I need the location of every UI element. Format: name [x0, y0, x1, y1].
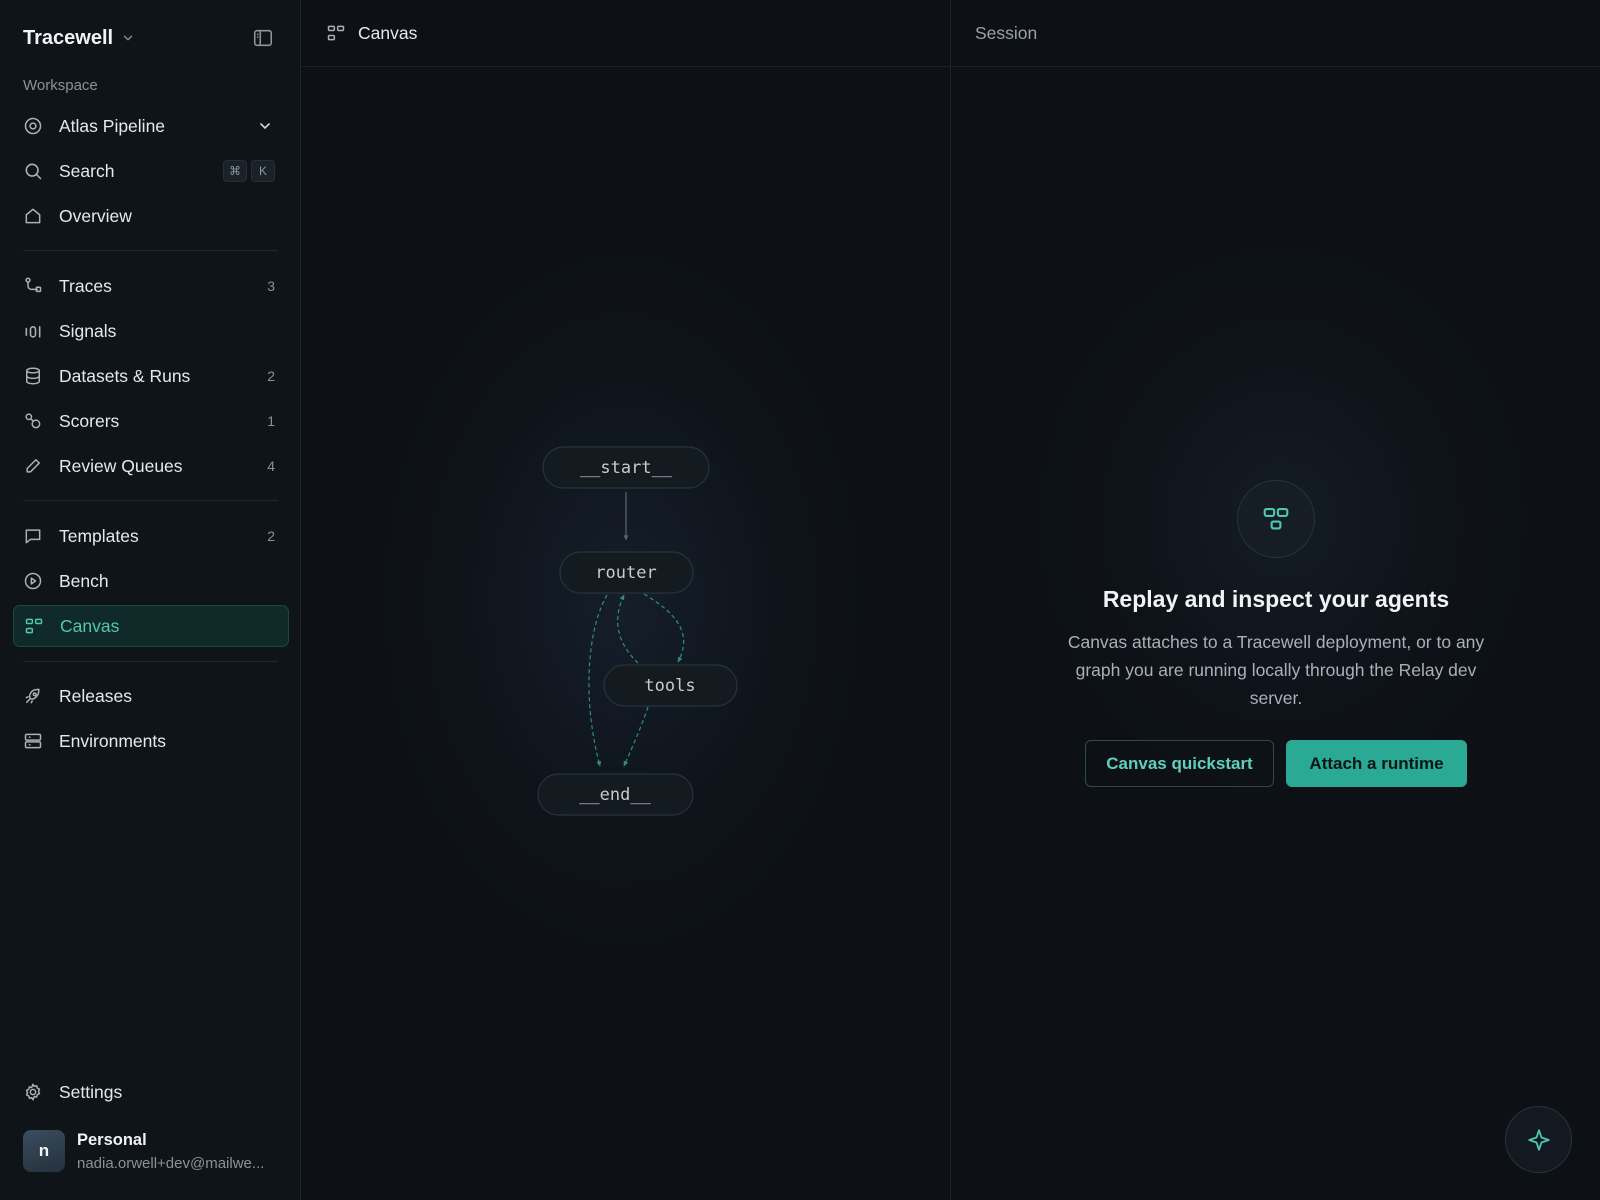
account-email: nadia.orwell+dev@mailwe...	[77, 1154, 265, 1172]
gear-icon	[23, 1082, 43, 1102]
shortcut-key: K	[251, 160, 275, 182]
session-title: Session	[975, 22, 1038, 43]
session-pane: Session Replay and inspect your agents C…	[952, 0, 1600, 1200]
account-name: Personal	[77, 1130, 147, 1149]
chevron-down-icon	[121, 31, 135, 45]
account-details: Personal nadia.orwell+dev@mailwe...	[77, 1131, 264, 1172]
account-menu[interactable]: n Personal nadia.orwell+dev@mailwe...	[23, 1129, 283, 1173]
node-label: router	[595, 563, 656, 583]
sidebar-item-environments[interactable]: Environments	[13, 720, 289, 762]
sidebar-item-label: Bench	[59, 570, 109, 591]
avatar: n	[23, 1130, 65, 1172]
home-icon	[23, 206, 43, 226]
edge-tools-end	[623, 706, 649, 767]
assistant-button[interactable]	[1505, 1106, 1572, 1173]
sidebar-item-count: 4	[267, 458, 275, 474]
server-icon	[23, 731, 43, 751]
sidebar-item-settings[interactable]: Settings	[13, 1071, 289, 1113]
graph-node-tools[interactable]: tools	[603, 664, 738, 707]
edge-router-tools	[643, 593, 685, 663]
sidebar: Tracewell Workspace Atlas Pipeline Searc…	[0, 0, 301, 1200]
pencil-icon	[23, 456, 43, 476]
empty-state-title: Replay and inspect your agents	[1102, 586, 1450, 612]
sidebar-item-signals[interactable]: Signals	[13, 310, 289, 352]
sidebar-item-overview[interactable]: Overview	[13, 195, 289, 237]
sidebar-divider	[23, 500, 278, 501]
chat-icon	[23, 526, 43, 546]
sidebar-item-label: Templates	[59, 525, 139, 546]
graph-node-router[interactable]: router	[559, 551, 694, 594]
attach-runtime-button[interactable]: Attach a runtime	[1286, 740, 1467, 787]
canvas-icon	[24, 616, 44, 636]
database-icon	[23, 366, 43, 386]
sparkle-icon	[1526, 1127, 1552, 1153]
sidebar-divider	[23, 661, 278, 662]
empty-state-description: Canvas attaches to a Tracewell deploymen…	[1067, 632, 1485, 708]
canvas-pane: Canvas __start__ router tools __end__	[302, 0, 951, 1200]
project-selector[interactable]: Atlas Pipeline	[13, 105, 289, 147]
sidebar-item-templates[interactable]: Templates 2	[13, 515, 289, 557]
sidebar-item-traces[interactable]: Traces 3	[13, 265, 289, 307]
graph-node-start[interactable]: __start__	[542, 446, 710, 489]
agent-graph: __start__ router tools __end__	[537, 446, 738, 816]
sidebar-item-count: 3	[267, 278, 275, 294]
sidebar-item-count: 2	[267, 528, 275, 544]
sidebar-item-scorers[interactable]: Scorers 1	[13, 400, 289, 442]
project-label: Atlas Pipeline	[59, 115, 166, 136]
sidebar-item-releases[interactable]: Releases	[13, 675, 289, 717]
sidebar-item-label: Review Queues	[59, 455, 183, 476]
session-header: Session	[952, 0, 1600, 67]
sidebar-item-datasets-runs[interactable]: Datasets & Runs 2	[13, 355, 289, 397]
graph-node-end[interactable]: __end__	[537, 773, 694, 816]
play-circle-icon	[23, 571, 43, 591]
sidebar-divider	[23, 250, 278, 251]
sidebar-item-bench[interactable]: Bench	[13, 560, 289, 602]
target-icon	[23, 116, 43, 136]
node-label: __start__	[580, 458, 673, 478]
route-icon	[23, 276, 43, 296]
sidebar-item-canvas[interactable]: Canvas	[13, 605, 289, 647]
shortcut-key: ⌘	[223, 160, 247, 182]
workspace-switcher[interactable]: Tracewell	[23, 25, 135, 51]
sidebar-item-count: 2	[267, 368, 275, 384]
node-label: tools	[644, 676, 695, 696]
sidebar-item-label: Canvas	[60, 615, 120, 636]
node-label: __end__	[579, 785, 651, 805]
sidebar-item-review-queues[interactable]: Review Queues 4	[13, 445, 289, 487]
sidebar-item-label: Traces	[59, 275, 112, 296]
sidebar-toggle-icon[interactable]	[252, 27, 274, 49]
canvas-quickstart-button[interactable]: Canvas quickstart	[1085, 740, 1274, 787]
chevron-down-icon	[255, 116, 275, 136]
sidebar-item-label: Search	[59, 160, 115, 181]
sidebar-item-search[interactable]: Search ⌘ K	[13, 150, 289, 192]
sidebar-item-label: Overview	[59, 205, 132, 226]
search-shortcut: ⌘ K	[223, 160, 275, 182]
sidebar-item-count: 1	[267, 413, 275, 429]
section-label-workspace: Workspace	[23, 77, 98, 94]
sidebar-item-label: Settings	[59, 1081, 123, 1102]
sidebar-item-label: Releases	[59, 685, 132, 706]
edge-tools-router	[617, 594, 639, 664]
sidebar-item-label: Signals	[59, 320, 117, 341]
sidebar-item-label: Environments	[59, 730, 166, 751]
sidebar-item-label: Datasets & Runs	[59, 365, 191, 386]
app-name: Tracewell	[23, 26, 114, 49]
search-icon	[23, 161, 43, 181]
canvas-icon	[1237, 480, 1315, 558]
scorer-icon	[23, 411, 43, 431]
sidebar-item-label: Scorers	[59, 410, 120, 431]
bars-icon	[23, 321, 43, 341]
rocket-icon	[23, 686, 43, 706]
